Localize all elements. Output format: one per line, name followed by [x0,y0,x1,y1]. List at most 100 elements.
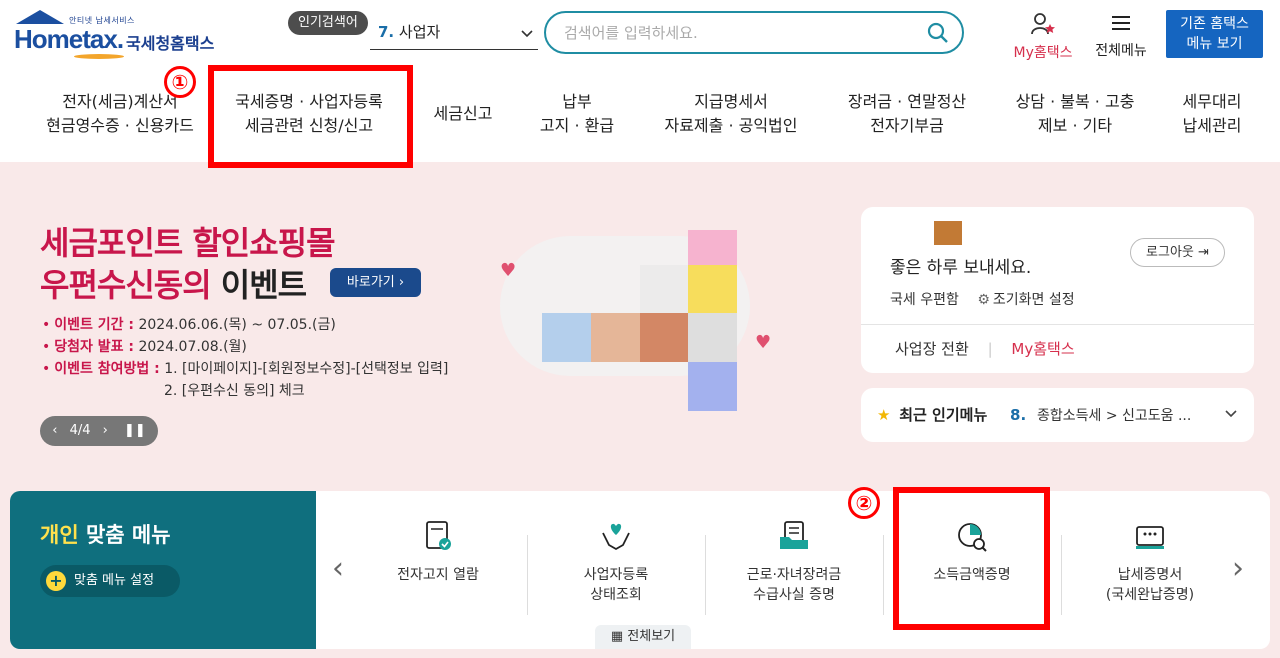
gnb-incentive-yearend[interactable]: 장려금 · 연말정산 전자기부금 [832,90,982,140]
blurred-block [640,265,689,314]
custom-menu-title-rest: 맞춤 메뉴 [85,523,171,547]
go-button[interactable]: 바로가기 › [330,268,421,297]
greeting: 좋은 하루 보내세요. [890,258,1032,278]
all-view-label: 전체보기 [627,629,676,644]
chevron-right-icon: › [398,275,405,290]
gnb-line1: 납부 [562,92,592,111]
winner-key: 당첨자 발표 : [54,339,135,355]
switch-business-link[interactable]: 사업장 전환 [895,340,969,358]
gnb-line2: 납세관리 [1182,116,1242,135]
method-key: 이벤트 참여방법 : [54,361,160,377]
logout-button[interactable]: 로그아웃 ⇥ [1130,238,1225,267]
prev-slide-icon[interactable]: ‹ [52,423,57,438]
menu-item-label: 근로·자녀장려금 [746,567,842,583]
go-button-label: 바로가기 [346,275,395,290]
logo-text: Hometax. [14,24,124,54]
divider [1061,535,1062,615]
gnb-payment[interactable]: 납부 고지 · 환급 [520,90,634,140]
gnb-tax-filing[interactable]: 세금신고 [420,102,506,152]
document-check-icon [426,521,451,550]
next-slide-icon[interactable]: › [103,423,108,438]
logout-icon: ⇥ [1198,245,1209,260]
gnb-line1: 세금신고 [433,104,493,123]
recent-menu-text: 종합소득세 > 신고도움 ... [1036,408,1192,424]
menu-item-business-status[interactable]: 사업자등록 상태조회 [531,519,701,605]
menu-item-label: 사업자등록 [583,567,649,583]
custom-menu-setting-label: 맞춤 메뉴 설정 [74,573,155,588]
all-view-button[interactable]: ▦ 전체보기 [595,625,691,649]
blurred-block [640,313,689,362]
gnb-tax-agent[interactable]: 세무대리 납세관리 [1160,90,1264,140]
heart-icon: ♥ [755,332,772,353]
gnb-consultation[interactable]: 상담 · 불복 · 고충 제보 · 기타 [1000,90,1150,140]
event-period-value: 2024.06.06.(목) ~ 07.05.(금) [138,317,336,333]
blurred-block [688,265,737,314]
method-value-1: 1. [마이페이지]-[회원정보수정]-[선택정보 입력] [164,361,449,377]
popular-search-term: 사업자 [398,23,441,41]
custom-menu-header: 개인 맞춤 메뉴 + 맞춤 메뉴 설정 [10,491,316,649]
hamburger-icon [1112,16,1130,30]
blurred-block [542,313,591,362]
gnb-payment-statement[interactable]: 지급명세서 자료제출 · 공익법인 [650,90,812,140]
gear-icon: ⚙ [977,292,990,308]
old-hometax-line1: 기존 홈택스 [1180,16,1249,32]
blurred-block [688,362,737,411]
popular-search-rank: 7. [378,23,395,41]
logo-roof-icon [16,10,64,24]
event-period-key: 이벤트 기간 : [54,317,135,333]
method-value-2: 2. [우편수신 동의] 체크 [164,383,305,399]
logout-label: 로그아웃 [1146,245,1194,260]
slide-controls: ‹ 4/4 › ❚❚ [40,416,158,446]
search-input[interactable] [564,22,904,44]
gnb-line1: 세무대리 [1182,92,1242,111]
popular-search-badge: 인기검색어 [288,11,368,35]
winner-value: 2024.07.08.(월) [138,339,247,355]
all-menu-button[interactable]: 전체메뉴 [1090,12,1152,60]
menu-item-label: 납세증명서 [1117,567,1183,583]
plus-icon: + [46,571,66,591]
menu-item-label: 상태조회 [590,587,642,603]
my-hometax-label: My홈택스 [1013,45,1073,61]
postbox-link[interactable]: 국세 우편함 [890,292,959,308]
menu-item-label: (국세완납증명) [1105,587,1195,603]
gnb-line1: 지급명세서 [694,92,768,111]
divider [883,535,884,615]
menu-item-tax-payment-certificate[interactable]: 납세증명서 (국세완납증명) [1065,519,1235,605]
divider [527,535,528,615]
pause-icon[interactable]: ❚❚ [124,423,146,438]
star-icon: ★ [877,406,891,424]
my-hometax-button[interactable]: My홈택스 [1008,12,1078,62]
user-star-icon [1031,13,1055,35]
banner-title-dark: 이벤트 [220,266,307,304]
menu-item-label: 전자고지 열람 [397,567,479,583]
user-card: 좋은 하루 보내세요. 로그아웃 ⇥ 국세 우편함 ⚙ 조기화면 설정 사업장 전… [861,207,1254,373]
recent-popular-menu[interactable]: ★ 최근 인기메뉴 8. 종합소득세 > 신고도움 ... [861,388,1254,442]
banner-title: 세금포인트 할인쇼핑몰 우편수신동의 이벤트 [40,222,336,306]
hometax-logo[interactable]: 안티넷 납세서비스 Hometax. 국세청홈택스 [14,10,229,62]
annotation-number-1: ① [164,66,196,98]
annotation-number-2: ② [848,487,880,519]
initial-setting-link[interactable]: 조기화면 설정 [993,292,1075,308]
chevron-down-icon [520,22,534,50]
menu-item-e-notice[interactable]: 전자고지 열람 [353,519,523,585]
banner-title-line1: 세금포인트 할인쇼핑몰 [40,224,336,262]
slide-counter: 4/4 [69,423,91,438]
gnb-line2: 자료제출 · 공익법인 [664,116,798,135]
my-hometax-link[interactable]: My홈택스 [1011,340,1074,358]
old-hometax-menu-button[interactable]: 기존 홈택스 메뉴 보기 [1166,10,1263,58]
custom-menu-setting-button[interactable]: + 맞춤 메뉴 설정 [40,565,180,597]
highlight-box-1 [208,65,413,168]
arrow-left-icon[interactable]: ‹ [332,551,344,586]
recent-menu-rank: 8. [1010,406,1027,424]
heart-hands-icon [602,523,630,551]
monitor-chat-icon [1136,526,1164,549]
menu-item-label: 수급사실 증명 [753,587,835,603]
popular-search-select[interactable]: 7. 사업자 [370,18,538,50]
banner-title-red: 우편수신동의 [40,266,212,304]
gnb-line1: 장려금 · 연말정산 [847,92,967,111]
chevron-down-icon[interactable] [1224,388,1238,442]
search-icon[interactable] [926,21,950,45]
all-menu-label: 전체메뉴 [1095,43,1147,59]
menu-item-incentive-certificate[interactable]: 근로·자녀장려금 수급사실 증명 [709,519,879,605]
recent-menu-title: 최근 인기메뉴 [899,406,988,424]
